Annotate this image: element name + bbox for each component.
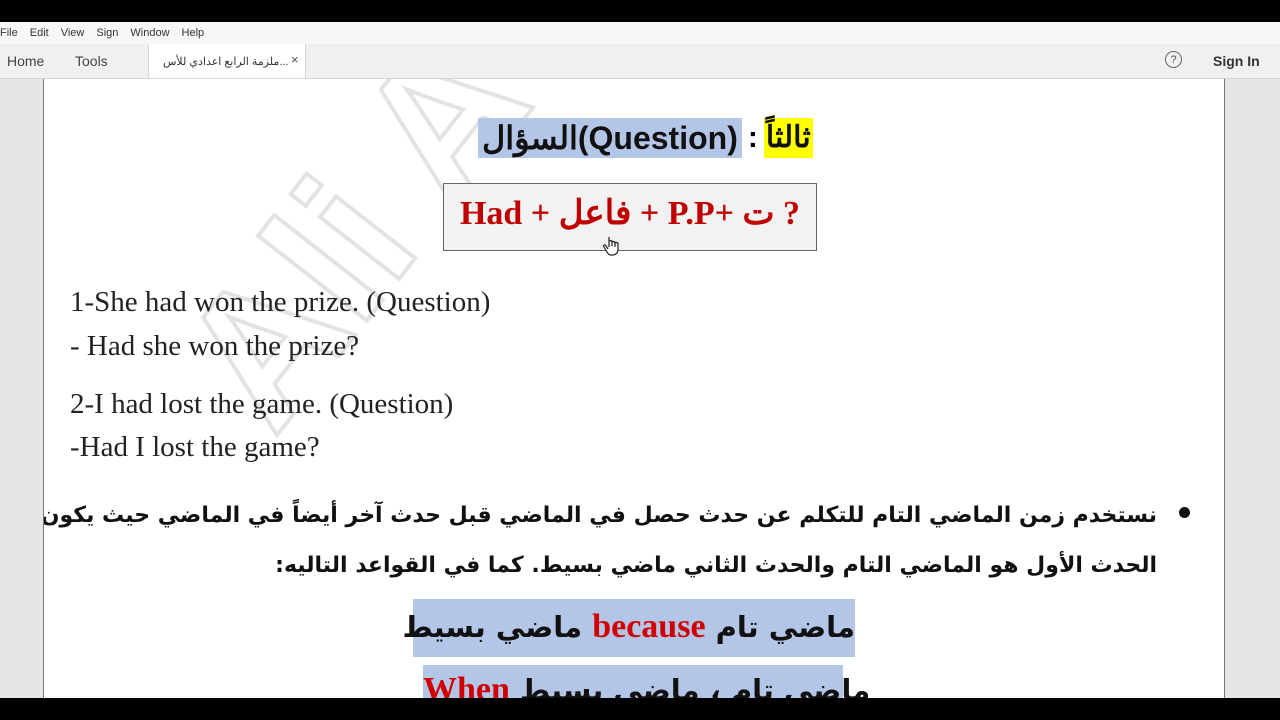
rule-because-right: ماضي بسيط [402,610,583,644]
close-tab-icon[interactable]: × [291,52,299,67]
sign-in-button[interactable]: Sign In [1213,53,1260,69]
example-1-statement: 1-She had won the prize. (Question) [70,286,491,318]
rule-when-text: ماضي تام ، ماضي بسيط [520,673,871,698]
rule-because-keyword: because [592,608,706,645]
heading-label: ثالثاً [763,118,813,158]
document-tab-title: ملزمة الرابع اعدادي للأس... [163,56,289,68]
note-line-1: نستخدم زمن الماضي التام للتكلم عن حدث حص… [43,503,1157,528]
rule-because-left: ماضي تام [715,610,855,644]
menu-file[interactable]: File [0,27,18,39]
example-1-question: - Had she won the prize? [70,330,360,362]
document-page: Ali A السؤال(Question) : ثالثاً Had + فا… [43,79,1225,698]
section-heading: السؤال(Question) : ثالثاً [478,117,813,159]
document-tab[interactable]: ملزمة الرابع اعدادي للأس... × [148,44,306,78]
formula-text: Had + فاعل + P.P+ ت ? [459,195,801,232]
menu-edit[interactable]: Edit [30,27,49,39]
example-2-statement: 2-I had lost the game. (Question) [70,388,454,420]
rule-because: ماضي تام because ماضي بسيط [403,599,855,657]
hand-cursor-icon [603,237,619,256]
help-icon[interactable]: ? [1165,51,1182,68]
window-top-strip [0,0,1280,22]
document-viewer[interactable]: Ali A السؤال(Question) : ثالثاً Had + فا… [0,79,1280,698]
formula-box: Had + فاعل + P.P+ ت ? [443,183,817,251]
tools-tab[interactable]: Tools [75,53,108,69]
rule-when-keyword: When [423,671,510,698]
menu-help[interactable]: Help [182,27,205,39]
menu-bar: File Edit View Sign Window Help [0,22,1280,45]
menu-window[interactable]: Window [130,27,169,39]
menu-sign[interactable]: Sign [96,27,118,39]
menu-view[interactable]: View [61,27,85,39]
home-tab[interactable]: Home [7,53,44,69]
heading-colon: : [747,121,758,154]
bullet-point [1179,507,1190,518]
window-bottom-strip [0,698,1280,720]
example-2-question: -Had I lost the game? [70,431,320,463]
rule-when: When ماضي تام ، ماضي بسيط [423,665,870,698]
heading-text: السؤال(Question) [478,118,742,158]
note-line-2: الحدث الأول هو الماضي التام والحدث الثان… [275,553,1157,578]
